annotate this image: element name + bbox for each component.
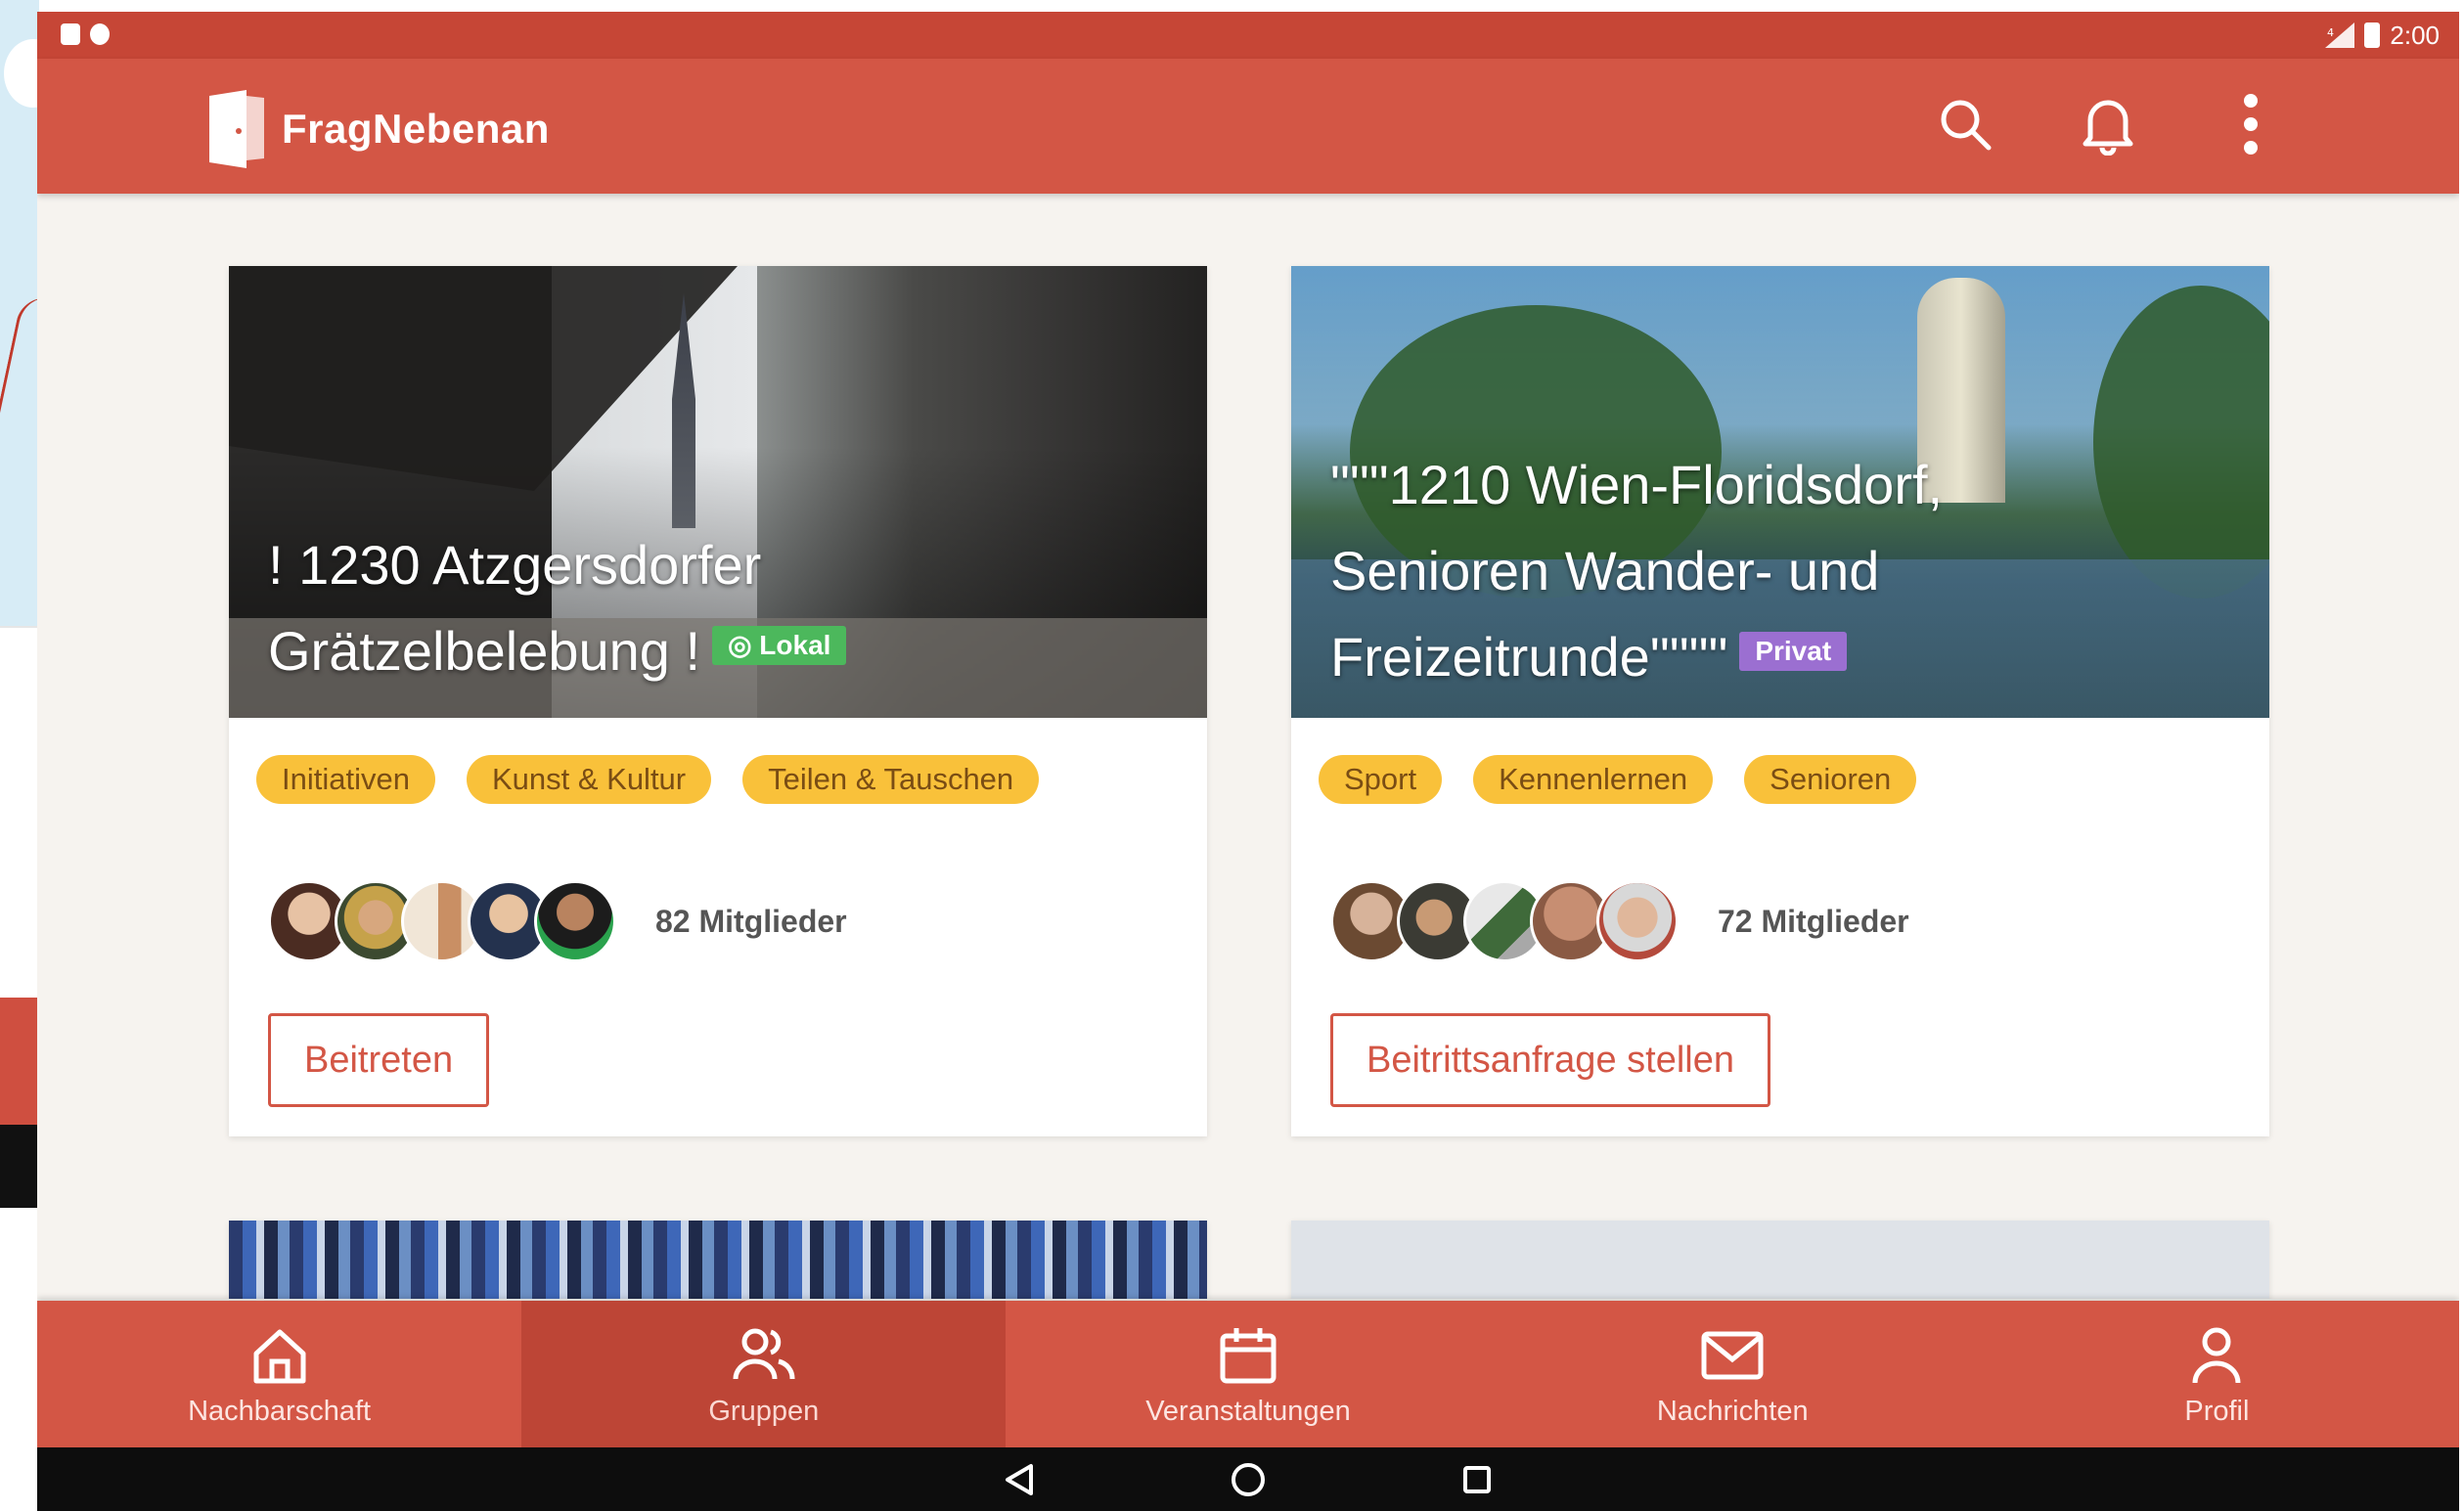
group-tags: Sport Kennenlernen Senioren xyxy=(1319,755,1917,804)
cover-photo-tree xyxy=(2093,286,2269,599)
avatar xyxy=(534,880,616,962)
group-cover-image xyxy=(229,1221,1207,1299)
location-pin-icon: ◎ xyxy=(728,630,760,661)
cover-photo-building xyxy=(229,266,738,491)
nav-icon-wrapper xyxy=(2182,1321,2251,1390)
bottom-navigation: Nachbarschaft Gruppen Veranstaltungen Na… xyxy=(37,1301,2459,1447)
avatar xyxy=(1596,880,1679,962)
search-button[interactable] xyxy=(1933,92,1997,156)
tag[interactable]: Teilen & Tauschen xyxy=(742,755,1040,804)
group-title-line-with-badge: Grätzelbelebung ! ◎ Lokal xyxy=(268,608,847,694)
tablet-screen: 4 2:00 FragNebenan ! 1230 Atzgersdorfer … xyxy=(37,12,2459,1511)
background-black-bar xyxy=(0,1125,39,1208)
privat-badge: Privat xyxy=(1739,632,1848,672)
nav-item-nachrichten[interactable]: Nachrichten xyxy=(1491,1301,1975,1447)
nav-item-veranstaltungen[interactable]: Veranstaltungen xyxy=(1006,1301,1490,1447)
system-back-button[interactable] xyxy=(998,1458,1041,1501)
group-title-line: Senioren Wander- und xyxy=(1330,540,1880,601)
group-title-line: ! 1230 Atzgersdorfer xyxy=(268,534,762,596)
tag[interactable]: Kennenlernen xyxy=(1473,755,1714,804)
battery-icon xyxy=(2364,22,2381,48)
signal-icon: 4 xyxy=(2325,22,2355,48)
background-red-bar xyxy=(0,998,39,1125)
back-icon xyxy=(1006,1463,1033,1495)
nav-icon-wrapper xyxy=(1214,1321,1282,1390)
background-sliver xyxy=(0,0,39,1511)
bell-icon xyxy=(2083,100,2133,156)
member-avatars xyxy=(1330,880,1679,962)
group-card[interactable]: """1210 Wien-Floridsdorf, Senioren Wande… xyxy=(1291,266,2269,1136)
nav-label: Nachrichten xyxy=(1656,1395,1809,1427)
nav-item-nachbarschaft[interactable]: Nachbarschaft xyxy=(37,1301,521,1447)
group-cover-image: ! 1230 Atzgersdorfer Grätzelbelebung ! ◎ … xyxy=(229,266,1207,718)
app-title: FragNebenan xyxy=(282,106,550,152)
tag[interactable]: Initiativen xyxy=(256,755,435,804)
group-title-line: Freizeitrunde"""" xyxy=(1330,626,1728,688)
group-members: 72 Mitglieder xyxy=(1330,880,1909,962)
nav-icon-wrapper xyxy=(246,1321,314,1390)
home-icon xyxy=(253,1329,306,1383)
group-title-line: """1210 Wien-Floridsdorf, xyxy=(1330,454,1944,515)
join-button[interactable]: Beitreten xyxy=(268,1013,490,1107)
nav-label: Profil xyxy=(2184,1395,2250,1427)
group-title: """1210 Wien-Floridsdorf, Senioren Wande… xyxy=(1330,442,1943,700)
member-count: 72 Mitglieder xyxy=(1718,903,1909,939)
badge-label: Lokal xyxy=(759,630,831,661)
users-icon xyxy=(733,1328,795,1379)
tag[interactable]: Kunst & Kultur xyxy=(466,755,712,804)
group-title: ! 1230 Atzgersdorfer Grätzelbelebung ! ◎ … xyxy=(268,522,847,694)
home-circle-icon xyxy=(1232,1462,1265,1496)
calendar-icon xyxy=(1220,1327,1277,1383)
group-card[interactable] xyxy=(1291,1221,2269,1299)
status-time: 2:00 xyxy=(2390,20,2440,50)
status-bar: 4 2:00 xyxy=(37,12,2459,59)
nav-label: Nachbarschaft xyxy=(188,1395,372,1427)
system-home-button[interactable] xyxy=(1227,1458,1270,1501)
door-logo-icon xyxy=(209,90,264,168)
group-card[interactable] xyxy=(229,1221,1207,1299)
nav-icon-wrapper xyxy=(1698,1321,1767,1390)
tag[interactable]: Sport xyxy=(1319,755,1443,804)
group-card[interactable]: ! 1230 Atzgersdorfer Grätzelbelebung ! ◎ … xyxy=(229,266,1207,1136)
group-title-line-with-badge: Freizeitrunde"""" Privat xyxy=(1330,614,1943,700)
system-navigation-bar xyxy=(37,1447,2459,1511)
overflow-menu-button[interactable] xyxy=(2218,92,2283,156)
nav-icon-wrapper xyxy=(730,1321,798,1390)
member-avatars xyxy=(268,880,616,962)
member-count: 82 Mitglieder xyxy=(655,903,847,939)
app-logo[interactable]: FragNebenan xyxy=(203,90,550,168)
more-vertical-icon xyxy=(2244,94,2258,155)
app-bar-actions xyxy=(1933,92,2283,156)
nav-item-profil[interactable]: Profil xyxy=(1975,1301,2459,1447)
group-cover-image: """1210 Wien-Floridsdorf, Senioren Wande… xyxy=(1291,266,2269,718)
nav-label: Gruppen xyxy=(708,1395,820,1427)
search-icon xyxy=(1941,100,1992,151)
lokal-badge: ◎ Lokal xyxy=(712,626,847,666)
group-title-line: Grätzelbelebung ! xyxy=(268,620,701,682)
group-members: 82 Mitglieder xyxy=(268,880,847,962)
notification-icon xyxy=(90,23,110,45)
group-tags: Initiativen Kunst & Kultur Teilen & Taus… xyxy=(256,755,1040,804)
app-bar: FragNebenan xyxy=(37,59,2459,194)
notifications-button[interactable] xyxy=(2076,92,2140,156)
nav-label: Veranstaltungen xyxy=(1145,1395,1351,1427)
request-membership-button[interactable]: Beitrittsanfrage stellen xyxy=(1330,1013,1770,1107)
mail-icon xyxy=(1701,1331,1764,1379)
recents-icon xyxy=(1463,1465,1491,1493)
user-icon xyxy=(2192,1327,2241,1383)
group-cover-image xyxy=(1291,1221,2269,1299)
tag[interactable]: Senioren xyxy=(1744,755,1917,804)
notification-icon xyxy=(61,23,80,45)
svg-text:4: 4 xyxy=(2327,26,2334,39)
groups-list[interactable]: ! 1230 Atzgersdorfer Grätzelbelebung ! ◎ … xyxy=(37,194,2459,1299)
nav-item-gruppen[interactable]: Gruppen xyxy=(521,1301,1007,1447)
system-recents-button[interactable] xyxy=(1456,1458,1499,1501)
background-panel xyxy=(0,626,39,998)
status-indicators: 4 2:00 xyxy=(2325,20,2440,51)
